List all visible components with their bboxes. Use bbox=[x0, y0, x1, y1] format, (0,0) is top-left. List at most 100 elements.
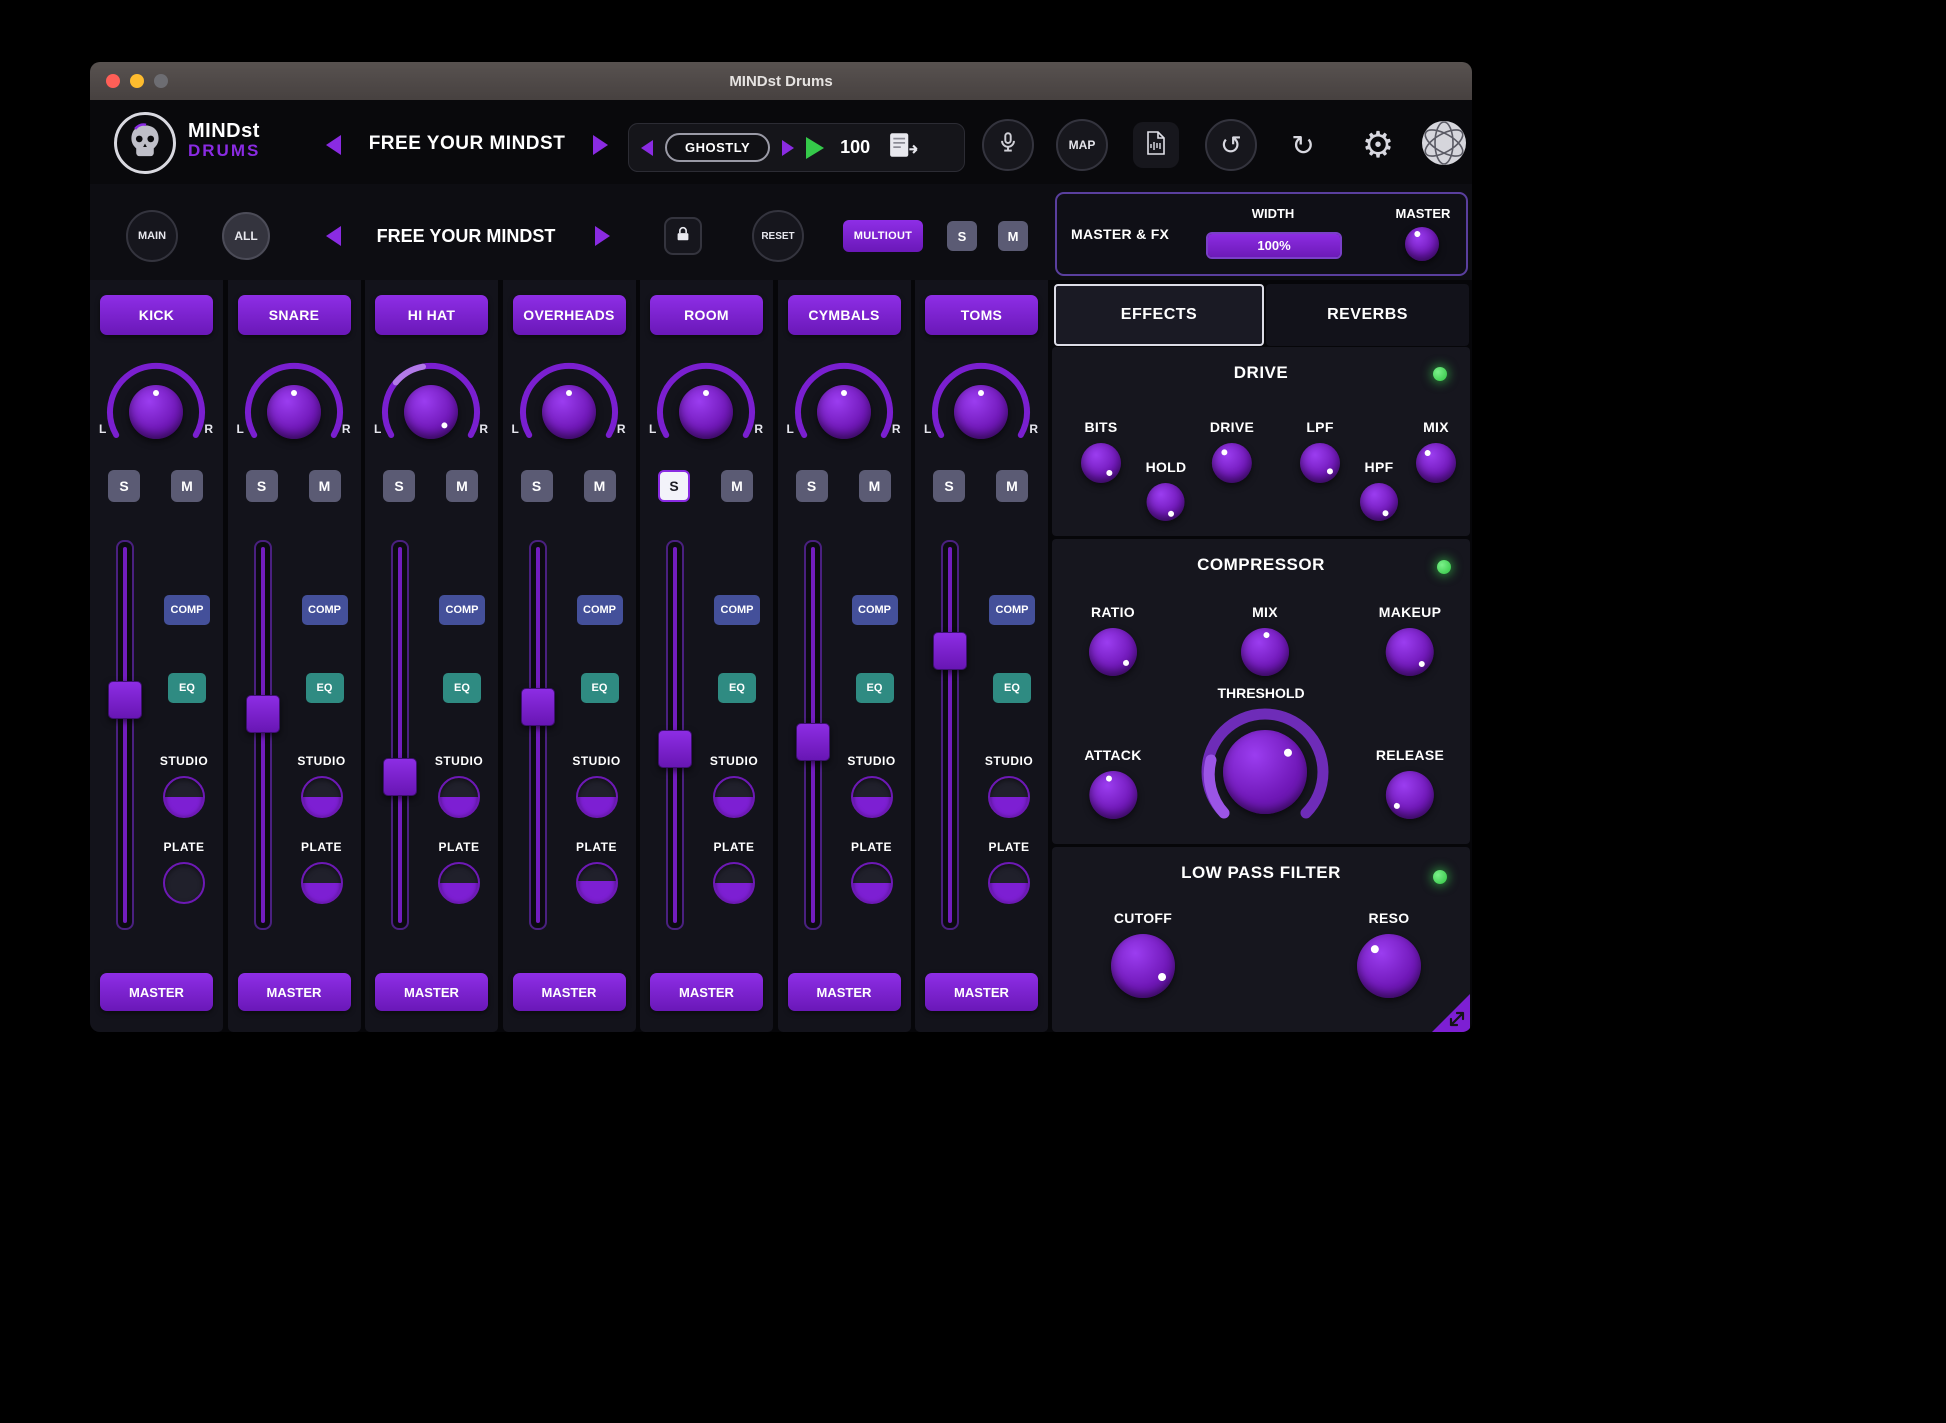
fader-handle[interactable] bbox=[933, 632, 967, 670]
plate-send-knob[interactable] bbox=[713, 862, 755, 904]
preset-name-pill[interactable]: GHOSTLY bbox=[665, 133, 770, 162]
solo-button[interactable]: S bbox=[521, 470, 553, 502]
solo-button[interactable]: S bbox=[383, 470, 415, 502]
attack-knob[interactable] bbox=[1089, 771, 1137, 819]
master-volume-knob[interactable] bbox=[1405, 227, 1439, 261]
eq-button[interactable]: EQ bbox=[718, 673, 756, 703]
ratio-knob[interactable] bbox=[1089, 628, 1137, 676]
hpf-knob[interactable] bbox=[1360, 483, 1398, 521]
reso-knob[interactable] bbox=[1357, 934, 1421, 998]
plate-send-knob[interactable] bbox=[851, 862, 893, 904]
plate-send-knob[interactable] bbox=[438, 862, 480, 904]
studio-send-knob[interactable] bbox=[713, 776, 755, 818]
threshold-knob[interactable] bbox=[1223, 730, 1307, 814]
fader-handle[interactable] bbox=[796, 723, 830, 761]
route-master-button[interactable]: MASTER bbox=[238, 973, 351, 1011]
eq-button[interactable]: EQ bbox=[306, 673, 344, 703]
fader-handle[interactable] bbox=[246, 695, 280, 733]
plate-send-knob[interactable] bbox=[301, 862, 343, 904]
plate-send-knob[interactable] bbox=[576, 862, 618, 904]
prev-song-button[interactable] bbox=[326, 135, 341, 160]
solo-button[interactable]: S bbox=[796, 470, 828, 502]
fader-handle[interactable] bbox=[658, 730, 692, 768]
drive-mix-knob[interactable] bbox=[1416, 443, 1456, 483]
lpf-knob[interactable] bbox=[1300, 443, 1340, 483]
makeup-knob[interactable] bbox=[1386, 628, 1434, 676]
eq-button[interactable]: EQ bbox=[168, 673, 206, 703]
comp-button[interactable]: COMP bbox=[714, 595, 760, 625]
mute-button[interactable]: M bbox=[309, 470, 341, 502]
minimize-button[interactable] bbox=[130, 74, 144, 88]
route-master-button[interactable]: MASTER bbox=[375, 973, 488, 1011]
channel-name-button[interactable]: OVERHEADS bbox=[513, 295, 626, 335]
solo-button[interactable]: S bbox=[246, 470, 278, 502]
solo-button[interactable]: S bbox=[658, 470, 690, 502]
multiout-button[interactable]: MULTIOUT bbox=[843, 220, 923, 252]
toolbar-next-button[interactable] bbox=[595, 226, 610, 251]
pan-knob[interactable] bbox=[679, 385, 733, 439]
route-master-button[interactable]: MASTER bbox=[513, 973, 626, 1011]
pan-knob[interactable] bbox=[542, 385, 596, 439]
volume-fader[interactable] bbox=[804, 540, 822, 930]
pan-knob[interactable] bbox=[129, 385, 183, 439]
hold-knob[interactable] bbox=[1147, 483, 1185, 521]
volume-fader[interactable] bbox=[254, 540, 272, 930]
comp-button[interactable]: COMP bbox=[164, 595, 210, 625]
eq-button[interactable]: EQ bbox=[443, 673, 481, 703]
fader-handle[interactable] bbox=[521, 688, 555, 726]
studio-send-knob[interactable] bbox=[301, 776, 343, 818]
compressor-enable-led[interactable] bbox=[1437, 560, 1451, 574]
volume-fader[interactable] bbox=[391, 540, 409, 930]
channel-name-button[interactable]: ROOM bbox=[650, 295, 763, 335]
global-solo-button[interactable]: S bbox=[947, 221, 977, 251]
bits-knob[interactable] bbox=[1081, 443, 1121, 483]
main-button[interactable]: MAIN bbox=[126, 210, 178, 262]
route-master-button[interactable]: MASTER bbox=[925, 973, 1038, 1011]
eq-button[interactable]: EQ bbox=[581, 673, 619, 703]
comp-button[interactable]: COMP bbox=[439, 595, 485, 625]
channel-name-button[interactable]: HI HAT bbox=[375, 295, 488, 335]
mute-button[interactable]: M bbox=[584, 470, 616, 502]
studio-send-knob[interactable] bbox=[851, 776, 893, 818]
next-song-button[interactable] bbox=[593, 135, 608, 160]
settings-button[interactable]: ⚙ bbox=[1352, 119, 1404, 171]
close-button[interactable] bbox=[106, 74, 120, 88]
lock-button[interactable] bbox=[664, 217, 702, 255]
undo-button[interactable]: ↺ bbox=[1205, 119, 1257, 171]
reset-button[interactable]: RESET bbox=[752, 210, 804, 262]
channel-name-button[interactable]: TOMS bbox=[925, 295, 1038, 335]
studio-send-knob[interactable] bbox=[576, 776, 618, 818]
pan-knob[interactable] bbox=[404, 385, 458, 439]
play-button[interactable] bbox=[806, 137, 824, 159]
pan-knob[interactable] bbox=[267, 385, 321, 439]
file-audio-button[interactable] bbox=[1133, 122, 1179, 168]
channel-name-button[interactable]: CYMBALS bbox=[788, 295, 901, 335]
width-slider[interactable]: 100% bbox=[1206, 232, 1342, 259]
mute-button[interactable]: M bbox=[446, 470, 478, 502]
redo-button[interactable]: ↻ bbox=[1277, 119, 1329, 171]
mute-button[interactable]: M bbox=[859, 470, 891, 502]
pan-knob[interactable] bbox=[817, 385, 871, 439]
volume-fader[interactable] bbox=[529, 540, 547, 930]
comp-button[interactable]: COMP bbox=[302, 595, 348, 625]
zoom-button[interactable] bbox=[154, 74, 168, 88]
tab-effects[interactable]: EFFECTS bbox=[1054, 284, 1264, 346]
low-pass-enable-led[interactable] bbox=[1433, 870, 1447, 884]
midi-export-icon[interactable] bbox=[888, 131, 920, 164]
prev-preset-button[interactable] bbox=[641, 140, 653, 156]
next-preset-button[interactable] bbox=[782, 140, 794, 156]
all-button[interactable]: ALL bbox=[222, 212, 270, 260]
studio-send-knob[interactable] bbox=[988, 776, 1030, 818]
drive-enable-led[interactable] bbox=[1433, 367, 1447, 381]
fader-handle[interactable] bbox=[108, 681, 142, 719]
comp-button[interactable]: COMP bbox=[577, 595, 623, 625]
mute-button[interactable]: M bbox=[721, 470, 753, 502]
studio-send-knob[interactable] bbox=[163, 776, 205, 818]
route-master-button[interactable]: MASTER bbox=[788, 973, 901, 1011]
solo-button[interactable]: S bbox=[108, 470, 140, 502]
channel-name-button[interactable]: KICK bbox=[100, 295, 213, 335]
release-knob[interactable] bbox=[1386, 771, 1434, 819]
eq-button[interactable]: EQ bbox=[993, 673, 1031, 703]
mute-button[interactable]: M bbox=[171, 470, 203, 502]
cutoff-knob[interactable] bbox=[1111, 934, 1175, 998]
